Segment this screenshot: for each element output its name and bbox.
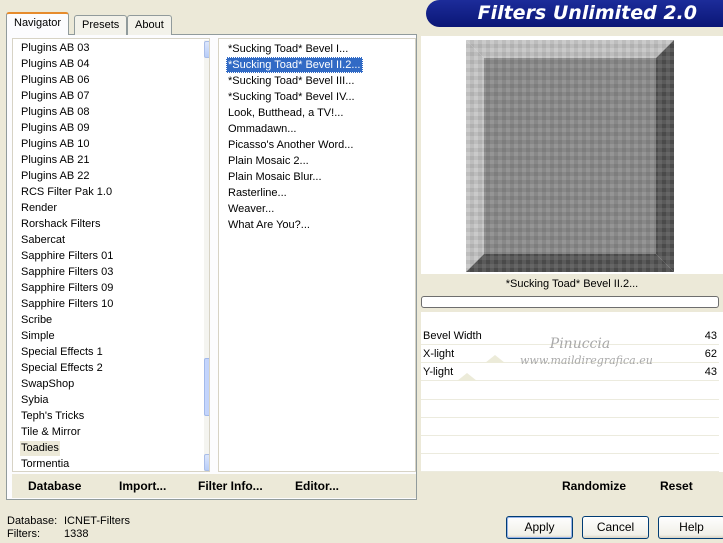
param-slider-y-light[interactable]: Y-light 43 — [421, 364, 719, 381]
filter-item[interactable]: *Sucking Toad* Bevel IV... — [226, 89, 357, 105]
param-value: 43 — [704, 330, 717, 342]
category-item[interactable]: Simple — [20, 329, 56, 344]
filter-item[interactable]: *Sucking Toad* Bevel III... — [226, 73, 356, 89]
category-item[interactable]: Tile & Mirror — [20, 425, 81, 440]
filter-item[interactable]: Weaver... — [226, 201, 276, 217]
category-item[interactable]: Special Effects 2 — [20, 361, 104, 376]
category-item[interactable]: Sapphire Filters 09 — [20, 281, 114, 296]
category-list[interactable]: Plugins AB 03 Plugins AB 04 Plugins AB 06 P… — [12, 38, 210, 472]
empty-param-row — [421, 454, 719, 472]
apply-button[interactable]: Apply — [506, 516, 573, 539]
filter-item[interactable]: Plain Mosaic Blur... — [226, 169, 324, 185]
category-item[interactable]: Plugins AB 06 — [20, 73, 91, 88]
category-item[interactable]: Plugins AB 10 — [20, 137, 91, 152]
tab-navigator[interactable]: Navigator — [6, 12, 70, 35]
param-label: X-light — [423, 348, 455, 360]
filter-list[interactable]: *Sucking Toad* Bevel I... *Sucking Toad* … — [218, 38, 416, 472]
category-item[interactable]: Teph's Tricks — [20, 409, 85, 424]
param-value: 43 — [704, 366, 717, 378]
category-item[interactable]: Sapphire Filters 01 — [20, 249, 114, 264]
filters-count-value: 1338 — [64, 528, 89, 540]
param-label: Bevel Width — [423, 330, 482, 342]
randomize-button[interactable]: Randomize — [562, 479, 626, 493]
category-item[interactable]: Special Effects 1 — [20, 345, 104, 360]
tab-presets[interactable]: Presets — [74, 15, 128, 35]
empty-param-row — [421, 418, 719, 436]
database-label: Database: — [7, 515, 58, 527]
slider-knob[interactable] — [485, 355, 505, 363]
status-info: Database: ICNET-Filters Filters: 1338 — [7, 515, 130, 541]
filters-count-label: Filters: — [7, 528, 40, 540]
category-item[interactable]: Tormentia — [20, 457, 70, 471]
preview-filter-name: *Sucking Toad* Bevel II.2... — [421, 274, 723, 295]
app-title: Filters Unlimited 2.0 — [426, 0, 723, 27]
filter-item[interactable]: Look, Butthead, a TV!... — [226, 105, 345, 121]
import-button[interactable]: Import... — [119, 479, 166, 493]
database-button[interactable]: Database — [28, 479, 81, 493]
category-item[interactable]: Sapphire Filters 10 — [20, 297, 114, 312]
empty-param-row — [421, 436, 719, 454]
reset-button[interactable]: Reset — [660, 479, 693, 493]
param-slider-bevel-width[interactable]: Bevel Width 43 — [421, 328, 719, 345]
category-item[interactable]: RCS Filter Pak 1.0 — [20, 185, 113, 200]
progress-bar — [421, 296, 719, 308]
filter-item[interactable]: What Are You?... — [226, 217, 312, 233]
category-item[interactable]: Plugins AB 08 — [20, 105, 91, 120]
category-scrollbar[interactable]: ▲ ▼ — [204, 40, 209, 471]
category-item[interactable]: SwapShop — [20, 377, 75, 392]
filter-item[interactable]: *Sucking Toad* Bevel II.2... — [226, 57, 363, 73]
filter-item[interactable]: *Sucking Toad* Bevel I... — [226, 41, 350, 57]
filter-info-button[interactable]: Filter Info... — [198, 479, 263, 493]
slider-knob[interactable] — [457, 373, 477, 381]
scroll-thumb[interactable] — [204, 358, 209, 416]
tab-about[interactable]: About — [127, 15, 172, 35]
param-label: Y-light — [423, 366, 454, 378]
category-item[interactable]: Render — [20, 201, 58, 216]
category-item[interactable]: Rorshack Filters — [20, 217, 101, 232]
cancel-button[interactable]: Cancel — [582, 516, 649, 539]
category-item[interactable]: Plugins AB 22 — [20, 169, 91, 184]
category-item[interactable]: Sybia — [20, 393, 50, 408]
filter-item[interactable]: Rasterline... — [226, 185, 289, 201]
chevron-down-icon: ▼ — [208, 458, 209, 468]
param-value: 62 — [704, 348, 717, 360]
category-item[interactable]: Sapphire Filters 03 — [20, 265, 114, 280]
category-item[interactable]: Plugins AB 09 — [20, 121, 91, 136]
scroll-down-button[interactable]: ▼ — [204, 454, 209, 471]
empty-param-row — [421, 400, 719, 418]
param-slider-x-light[interactable]: X-light 62 — [421, 346, 719, 363]
navigator-toolbar: Database Import... Filter Info... Editor… — [12, 474, 416, 498]
category-item[interactable]: Toadies — [20, 441, 60, 456]
scroll-up-button[interactable]: ▲ — [204, 41, 209, 58]
database-value: ICNET-Filters — [64, 515, 130, 527]
category-item[interactable]: Plugins AB 21 — [20, 153, 91, 168]
category-item[interactable]: Plugins AB 03 — [20, 41, 91, 56]
category-item[interactable]: Plugins AB 04 — [20, 57, 91, 72]
preview-image — [466, 40, 674, 272]
chevron-up-icon: ▲ — [208, 45, 209, 55]
empty-param-row — [421, 382, 719, 400]
editor-button[interactable]: Editor... — [295, 479, 339, 493]
category-item[interactable]: Scribe — [20, 313, 53, 328]
category-item[interactable]: Plugins AB 07 — [20, 89, 91, 104]
filter-item[interactable]: Ommadawn... — [226, 121, 298, 137]
preview-toolbar: Randomize Reset — [421, 474, 723, 498]
help-button[interactable]: Help — [658, 516, 723, 539]
category-item[interactable]: Sabercat — [20, 233, 66, 248]
filter-item[interactable]: Picasso's Another Word... — [226, 137, 355, 153]
filter-item[interactable]: Plain Mosaic 2... — [226, 153, 311, 169]
